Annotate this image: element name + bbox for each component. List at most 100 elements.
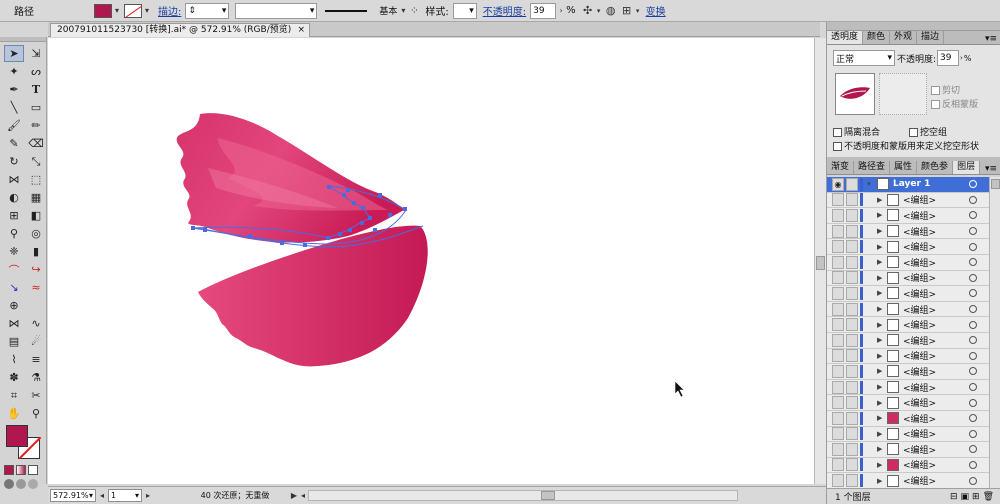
group-name[interactable]: <编组> (903, 256, 969, 269)
chevron-right-icon[interactable]: › (556, 6, 566, 15)
visibility-toggle[interactable] (832, 208, 844, 222)
blob-brush-tool-icon[interactable]: ✎ (4, 135, 24, 152)
brush-definition-dropdown[interactable]: 基本 (323, 3, 399, 19)
line-tool-icon[interactable]: ╲ (4, 99, 24, 116)
visibility-toggle[interactable] (832, 474, 844, 488)
free-transform-tool-icon[interactable]: ⬚ (26, 171, 46, 188)
artboard-canvas[interactable] (48, 38, 814, 484)
visibility-toggle[interactable] (832, 442, 844, 456)
group-row[interactable]: ▶ <编组> (827, 192, 1000, 209)
expand-arrow-icon[interactable]: ▶ (877, 274, 885, 282)
visibility-toggle[interactable] (832, 458, 844, 472)
tab-layers[interactable]: 图层 (953, 161, 981, 174)
tab-color-guide[interactable]: 颜色参 (917, 161, 954, 174)
tab-gradient[interactable]: 渐变 (827, 161, 855, 174)
eraser-tool-icon[interactable]: ⌫ (26, 135, 46, 152)
lock-slot[interactable] (846, 193, 858, 207)
slice-tool-icon[interactable]: ↪ (26, 261, 46, 278)
zoom-dropdown[interactable]: 572.91% ▾ (50, 489, 96, 502)
group-row[interactable]: ▶ <编组> (827, 473, 1000, 488)
recolor-artwork-icon[interactable]: ✣ (580, 4, 596, 17)
group-name[interactable]: <编组> (903, 381, 969, 394)
target-circle-icon[interactable] (969, 227, 977, 236)
expand-arrow-icon[interactable]: ▶ (877, 321, 885, 329)
lock-slot[interactable] (846, 224, 858, 238)
group-name[interactable]: <编组> (903, 240, 969, 253)
layer-name[interactable]: Layer 1 (893, 179, 969, 189)
visibility-toggle[interactable] (832, 193, 844, 207)
artboard-tool-icon[interactable]: ⌒ (4, 261, 24, 278)
group-row[interactable]: ▶ <编组> (827, 208, 1000, 224)
visibility-toggle[interactable] (832, 333, 844, 347)
group-row[interactable]: ▶ <编组> (827, 286, 1000, 302)
stroke-link[interactable]: 描边: (158, 3, 181, 18)
mesh-tool-icon[interactable]: ⊞ (4, 207, 24, 224)
panel-grip[interactable] (827, 22, 1000, 31)
target-circle-icon[interactable] (969, 273, 977, 282)
paintbrush-tool-icon[interactable]: 🖌 (4, 117, 24, 134)
lock-slot[interactable] (846, 318, 858, 332)
twirl-tool-icon[interactable]: ∿ (26, 315, 46, 332)
bottle-icon[interactable]: ⚗ (26, 369, 46, 386)
target-circle-icon[interactable] (969, 320, 977, 329)
group-row[interactable]: ▶ <编组> (827, 442, 1000, 458)
blend-mode-dropdown[interactable]: 正常 ▾ (833, 50, 895, 66)
lock-slot[interactable] (846, 349, 858, 363)
layers-scroll-thumb[interactable] (991, 179, 1000, 189)
fill-swatch[interactable] (94, 3, 112, 18)
lock-slot[interactable] (846, 302, 858, 316)
lock-slot[interactable] (846, 458, 858, 472)
shape-options-icon[interactable]: ⁘ (407, 4, 421, 17)
lock-slot[interactable] (846, 286, 858, 300)
blend-tool-icon[interactable]: ◎ (26, 225, 46, 242)
panel-menu-icon[interactable]: ▾≡ (985, 164, 997, 174)
group-row[interactable]: ▶ <编组> (827, 270, 1000, 287)
expand-arrow-icon[interactable]: ▶ (877, 305, 885, 313)
target-circle-icon[interactable] (969, 211, 977, 220)
group-name[interactable]: <编组> (903, 458, 969, 471)
selection-tool-icon[interactable]: ➤ (4, 45, 24, 62)
rectangle-tool-icon[interactable]: ▭ (26, 99, 46, 116)
color-mode-icon[interactable] (4, 465, 14, 475)
group-name[interactable]: <编组> (903, 225, 969, 238)
panel-opacity-input[interactable]: 39 (937, 50, 960, 66)
opacity-input[interactable]: 39 (530, 2, 557, 19)
lock-slot[interactable] (846, 240, 858, 254)
invert-mask-option[interactable]: 反相蒙版 (931, 97, 978, 110)
column-graph-tool-icon[interactable]: ▮ (26, 243, 46, 260)
visibility-toggle[interactable] (832, 396, 844, 410)
lock-slot[interactable] (846, 271, 858, 285)
group-row[interactable]: ▶ <编组> (827, 379, 1000, 396)
group-row[interactable]: ▶ <编组> (827, 254, 1000, 271)
align-icon[interactable]: ⊞ (620, 4, 634, 17)
panel-menu-icon[interactable]: ▾≡ (985, 34, 997, 44)
screen-mode-icon[interactable] (28, 479, 38, 489)
target-circle-icon[interactable] (969, 336, 977, 345)
envelope-tool-icon[interactable]: ⋈ (4, 315, 24, 332)
expand-arrow-icon[interactable]: ▾ (867, 180, 875, 188)
list-icon[interactable]: ≡ (26, 351, 46, 368)
expand-arrow-icon[interactable]: ▶ (877, 367, 885, 375)
prev-artboard-icon[interactable]: ◂ (96, 491, 108, 500)
visibility-toggle[interactable] (832, 349, 844, 363)
direct-selection-tool-icon[interactable]: ⇲ (26, 45, 46, 62)
rotate-tool-icon[interactable]: ↻ (4, 153, 24, 170)
transform-link[interactable]: 变换 (646, 3, 666, 18)
expand-arrow-icon[interactable]: ▶ (877, 477, 885, 485)
group-row[interactable]: ▶ <编组> (827, 364, 1000, 380)
none-mode-icon[interactable] (28, 465, 38, 475)
chevron-down-icon[interactable]: ▾ (112, 6, 122, 15)
lock-slot[interactable] (846, 364, 858, 378)
expand-arrow-icon[interactable]: ▶ (877, 336, 885, 344)
expand-arrow-icon[interactable]: ▶ (877, 289, 885, 297)
document-tab[interactable]: 200791011523730 [转换].ai* @ 572.91% (RGB/… (50, 23, 310, 37)
target-circle-icon[interactable] (969, 367, 977, 376)
visibility-toggle[interactable] (832, 302, 844, 316)
lock-slot[interactable] (846, 474, 858, 488)
hand-tool-icon[interactable]: ✋ (4, 405, 24, 422)
draw-behind-icon[interactable] (16, 479, 26, 489)
shape-builder-tool-icon[interactable]: ◐ (4, 189, 24, 206)
visibility-toggle[interactable] (832, 286, 844, 300)
chevron-down-icon[interactable]: ▾ (142, 6, 152, 15)
tab-stroke[interactable]: 描边 (917, 31, 945, 44)
